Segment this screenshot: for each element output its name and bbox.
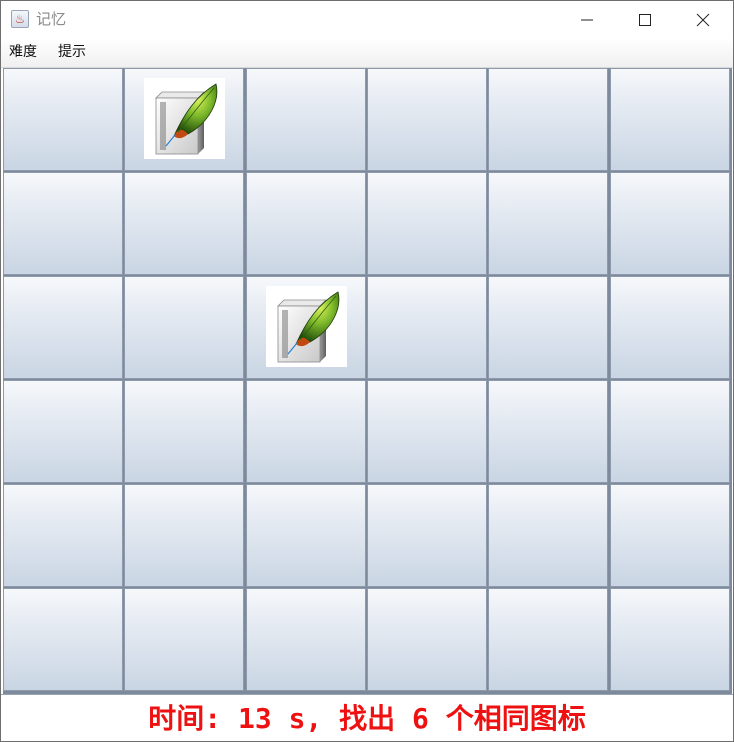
card-r2-c4[interactable] — [367, 172, 487, 275]
minimize-button[interactable] — [558, 1, 616, 38]
window-title: 记忆 — [36, 10, 67, 28]
card-r1-c4[interactable] — [367, 68, 487, 171]
java-cup-icon: ♨ — [11, 10, 29, 28]
feather-document-icon — [144, 78, 225, 159]
card-r6-c5[interactable] — [488, 588, 608, 691]
card-r1-c2[interactable] — [124, 68, 244, 171]
status-message: 时间: 13 s, 找出 6 个相同图标 — [148, 702, 586, 735]
card-grid — [3, 68, 732, 694]
memory-game-window: ♨ 记忆 难度 提示 时间: 13 s, 找出 6 个相同图标 — [0, 0, 734, 742]
card-r1-c1[interactable] — [3, 68, 123, 171]
card-r6-c1[interactable] — [3, 588, 123, 691]
card-r1-c3[interactable] — [246, 68, 366, 171]
card-r3-c3[interactable] — [246, 276, 366, 379]
card-r5-c6[interactable] — [610, 484, 730, 587]
maximize-icon — [639, 14, 651, 26]
card-r3-c5[interactable] — [488, 276, 608, 379]
card-r6-c3[interactable] — [246, 588, 366, 691]
menu-difficulty[interactable]: 难度 — [7, 42, 39, 62]
close-button[interactable] — [674, 1, 732, 38]
maximize-button[interactable] — [616, 1, 674, 38]
feather-document-icon — [266, 286, 347, 367]
card-r4-c6[interactable] — [610, 380, 730, 483]
card-r5-c4[interactable] — [367, 484, 487, 587]
title-bar[interactable]: ♨ 记忆 — [1, 1, 733, 38]
menu-bar: 难度 提示 — [1, 38, 733, 68]
card-r5-c2[interactable] — [124, 484, 244, 587]
menu-hint[interactable]: 提示 — [56, 42, 88, 62]
card-r1-c6[interactable] — [610, 68, 730, 171]
card-r5-c3[interactable] — [246, 484, 366, 587]
card-r4-c3[interactable] — [246, 380, 366, 483]
minimize-icon — [581, 19, 593, 21]
card-r3-c4[interactable] — [367, 276, 487, 379]
status-bar: 时间: 13 s, 找出 6 个相同图标 — [1, 694, 733, 741]
card-r4-c2[interactable] — [124, 380, 244, 483]
card-r2-c1[interactable] — [3, 172, 123, 275]
card-r3-c1[interactable] — [3, 276, 123, 379]
card-r3-c6[interactable] — [610, 276, 730, 379]
card-r2-c6[interactable] — [610, 172, 730, 275]
card-r5-c5[interactable] — [488, 484, 608, 587]
card-r6-c4[interactable] — [367, 588, 487, 691]
card-r1-c5[interactable] — [488, 68, 608, 171]
card-r4-c1[interactable] — [3, 380, 123, 483]
card-r2-c2[interactable] — [124, 172, 244, 275]
card-r2-c3[interactable] — [246, 172, 366, 275]
close-icon — [696, 13, 710, 27]
card-r4-c5[interactable] — [488, 380, 608, 483]
card-r6-c6[interactable] — [610, 588, 730, 691]
card-r5-c1[interactable] — [3, 484, 123, 587]
card-r6-c2[interactable] — [124, 588, 244, 691]
card-r2-c5[interactable] — [488, 172, 608, 275]
card-r4-c4[interactable] — [367, 380, 487, 483]
card-r3-c2[interactable] — [124, 276, 244, 379]
